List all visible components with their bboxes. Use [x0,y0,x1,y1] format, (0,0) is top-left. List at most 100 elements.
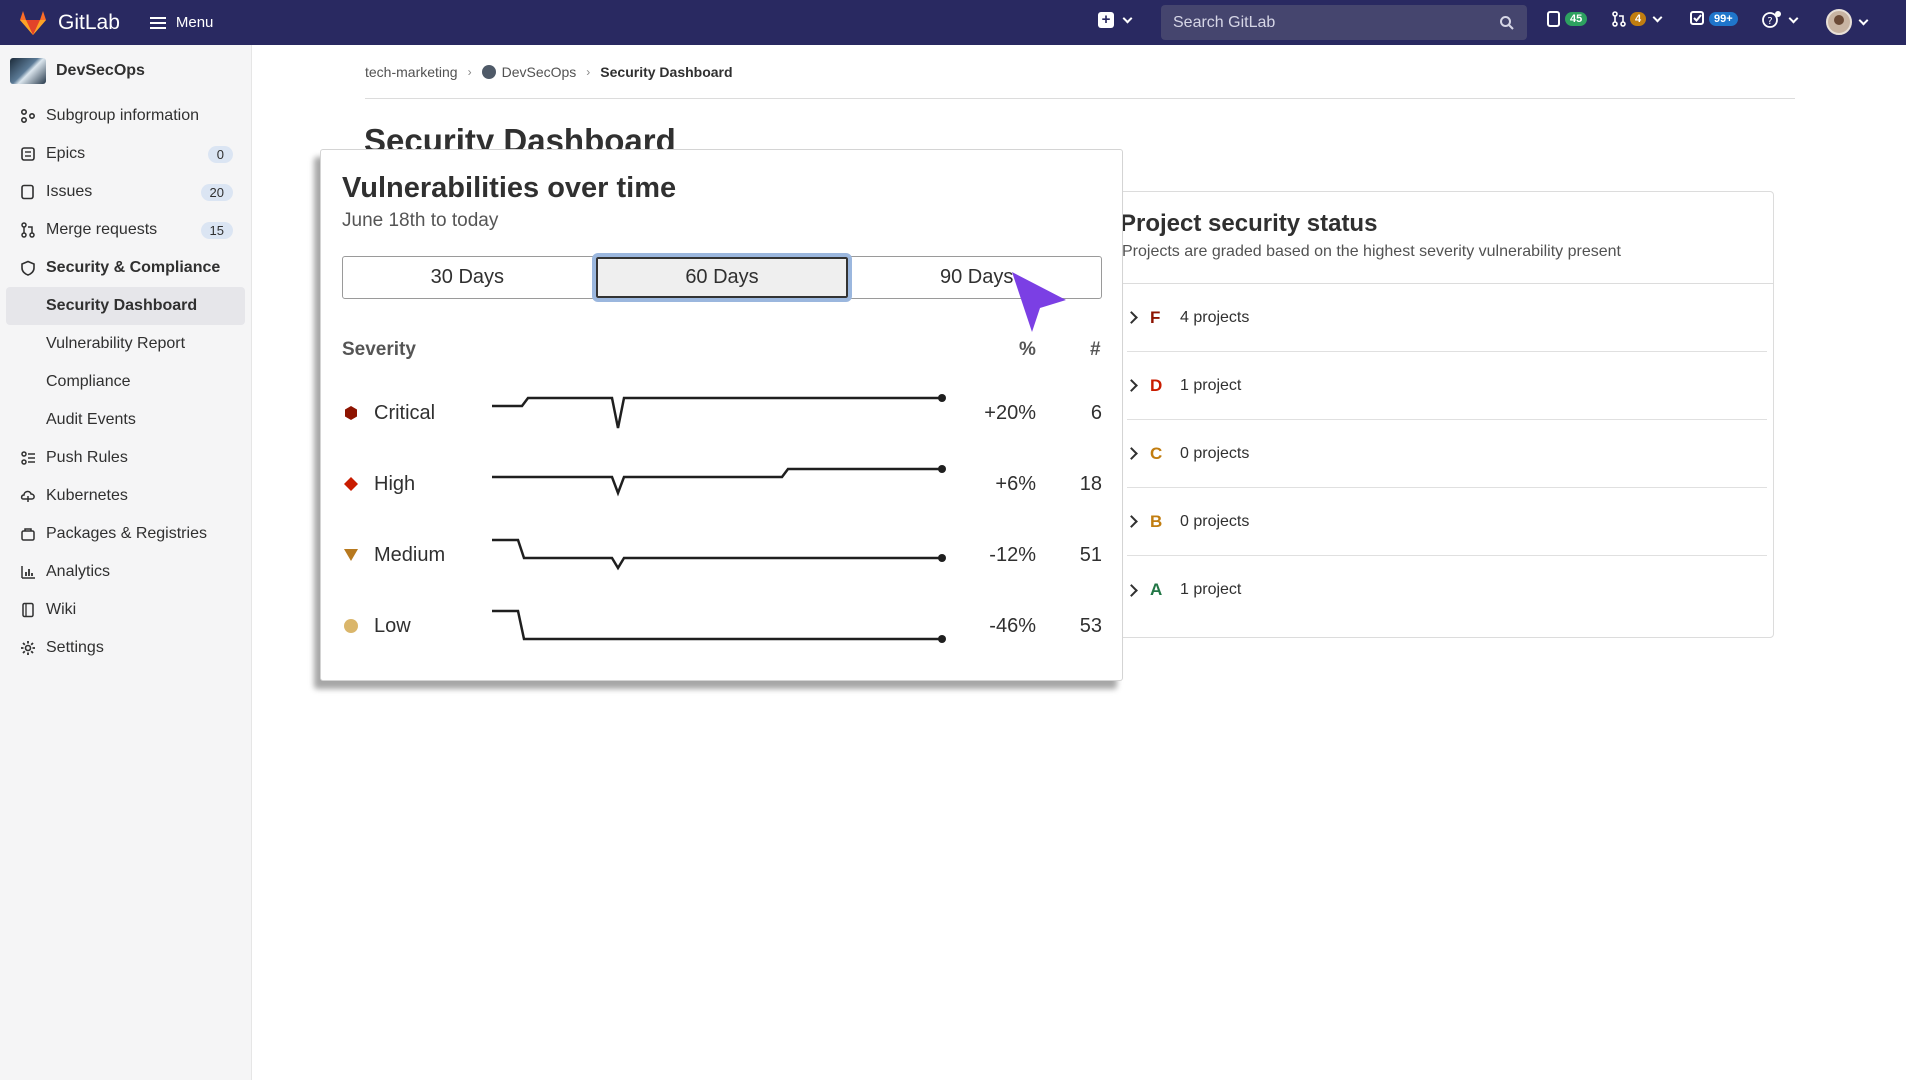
issues-icon [1547,11,1560,27]
todo-icon [1690,11,1704,25]
sidebar-item-label: Settings [46,639,104,656]
sidebar-item-subgroup-information[interactable]: Subgroup information [0,97,251,135]
chevron-down-icon [1652,12,1663,22]
chevron-right-icon: › [467,65,472,79]
trend-sparkline [492,538,946,571]
sidebar-subitem-security-dashboard[interactable]: Security Dashboard [6,287,245,325]
chevron-down-icon [1122,13,1133,23]
issues-count-badge: 45 [1565,12,1588,26]
sidebar: DevSecOps Subgroup information Epics 0 I… [0,45,252,1080]
grade-letter: C [1150,443,1163,463]
search-icon [1500,15,1514,30]
package-icon [20,526,36,542]
todo-count-badge: 99+ [1709,11,1738,26]
trend-sparkline [492,609,946,643]
sidebar-subitem-vulnerability-report[interactable]: Vulnerability Report [0,325,251,363]
count-badge: 20 [200,183,233,201]
count-badge: 0 [207,145,233,163]
chevron-down-icon [1858,15,1869,25]
help-icon: ? [1762,11,1781,28]
new-dropdown-button[interactable]: + [1098,12,1133,28]
sidebar-item-settings[interactable]: Settings [0,629,251,667]
chevron-down-icon [1788,13,1799,23]
group-name: DevSecOps [56,62,145,79]
severity-row-high: High +6% 18 [342,459,1102,509]
menu-label: Menu [175,14,214,31]
severity-name: Low [374,614,411,637]
sidebar-item-wiki[interactable]: Wiki [0,591,251,629]
book-icon [20,602,36,618]
group-avatar [10,58,46,84]
sidebar-subitem-audit-events[interactable]: Audit Events [0,401,251,439]
sidebar-item-analytics[interactable]: Analytics [0,553,251,591]
group-header[interactable]: DevSecOps [0,45,251,97]
percent-change: -46% [989,614,1036,637]
grade-project-count: 1 project [1180,376,1242,394]
merge-requests-shortcut[interactable]: 4 [1612,11,1663,27]
severity-column-header: Severity [342,339,416,360]
user-menu[interactable] [1826,9,1869,35]
chevron-right-icon [1125,311,1138,324]
chevron-right-icon: › [586,65,591,79]
card-title: Vulnerabilities over time [342,172,677,204]
kubernetes-icon [20,488,36,504]
merge-request-icon [20,222,36,238]
brand[interactable]: GitLab [18,10,120,36]
chevron-right-icon [1125,447,1138,460]
help-dropdown[interactable]: ? [1762,11,1799,29]
range-60-days-button[interactable]: 60 Days [591,253,853,302]
grade-project-count: 0 projects [1180,512,1250,530]
sidebar-item-push-rules[interactable]: Push Rules [0,439,251,477]
severity-name: Critical [374,401,436,424]
mr-count-badge: 4 [1630,12,1647,26]
sidebar-item-merge-requests[interactable]: Merge requests 15 [0,211,251,249]
issues-shortcut[interactable]: 45 [1547,11,1588,27]
vulnerability-count: 51 [1079,543,1102,566]
search-box[interactable] [1161,5,1527,40]
grade-row-b[interactable]: B 0 projects [1125,488,1767,556]
grade-row-d[interactable]: D 1 project [1125,352,1767,420]
severity-critical-icon [342,404,360,422]
sidebar-item-epics[interactable]: Epics 0 [0,135,251,173]
sidebar-item-label: Issues [46,183,93,200]
grade-project-count: 1 project [1180,581,1242,598]
grade-project-count: 0 projects [1180,444,1250,462]
search-input[interactable] [1173,13,1499,32]
percent-change: -12% [989,543,1036,566]
todos-shortcut[interactable]: 99+ [1690,11,1738,26]
breadcrumb-item[interactable]: tech-marketing [365,64,458,80]
breadcrumb-item[interactable]: DevSecOps [481,64,576,80]
grade-letter: D [1150,375,1163,395]
trend-sparkline [492,394,946,429]
grade-row-a[interactable]: A 1 project [1125,556,1767,624]
subgroup-icon [20,108,36,124]
sidebar-item-label: Subgroup information [46,107,199,124]
epic-icon [20,146,36,162]
percent-change: +20% [984,401,1036,424]
range-30-days-button[interactable]: 30 Days [343,257,592,298]
hamburger-icon [149,16,166,29]
chevron-right-icon [1125,515,1138,528]
sidebar-item-label: Analytics [46,563,111,580]
brand-name: GitLab [58,10,120,34]
percent-column-header: % [1019,339,1036,360]
grade-row-f[interactable]: F 4 projects [1125,284,1767,352]
sidebar-item-issues[interactable]: Issues 20 [0,173,251,211]
vulnerability-count: 18 [1079,472,1102,495]
header-divider [365,98,1795,99]
grade-project-count: 4 projects [1180,308,1250,326]
grade-row-c[interactable]: C 0 projects [1125,420,1767,488]
grade-letter: F [1150,307,1161,327]
sidebar-item-security-compliance[interactable]: Security & Compliance [0,249,251,287]
percent-change: +6% [995,472,1036,495]
chevron-right-icon [1125,583,1138,597]
sidebar-subitem-compliance[interactable]: Compliance [0,363,251,401]
menu-button[interactable]: Menu [149,14,214,31]
severity-row-critical: Critical +20% 6 [342,388,1102,438]
plus-icon: + [1098,12,1114,28]
mouse-cursor-icon [1012,272,1066,332]
sidebar-item-kubernetes[interactable]: Kubernetes [0,477,251,515]
grade-letter: B [1150,511,1163,531]
sidebar-item-packages-registries[interactable]: Packages & Registries [0,515,251,553]
project-security-status-card: Project security status Projects are gra… [1110,191,1774,638]
